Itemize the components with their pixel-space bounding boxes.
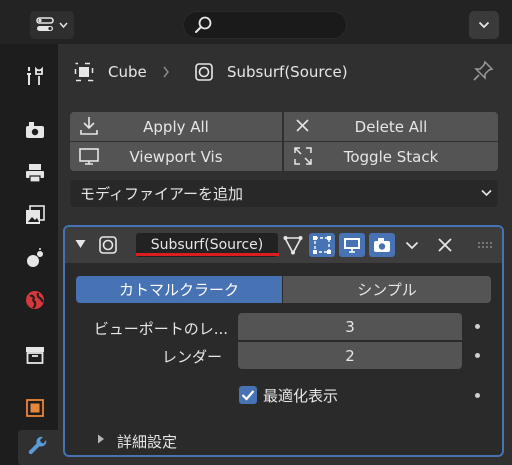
chevron-down-icon bbox=[478, 21, 490, 29]
tab-simple[interactable]: シンプル bbox=[283, 276, 491, 303]
drag-handle-icon[interactable] bbox=[477, 241, 493, 249]
expand-arrows-icon bbox=[294, 147, 312, 165]
render-toggle[interactable] bbox=[369, 233, 395, 257]
keyframe-dot[interactable] bbox=[475, 353, 480, 358]
levels-viewport-label: ビューポートのレ... bbox=[93, 320, 228, 338]
optimal-display-label: 最適化表示 bbox=[263, 387, 339, 405]
tab-object[interactable] bbox=[18, 390, 52, 426]
chevron-right-icon bbox=[163, 66, 169, 78]
properties-editor-icon bbox=[36, 17, 54, 31]
chevron-down-icon bbox=[59, 22, 68, 28]
edit-mode-toggle[interactable] bbox=[309, 233, 335, 257]
close-icon bbox=[296, 119, 309, 132]
chevron-down-icon bbox=[405, 241, 419, 249]
output-icon bbox=[26, 164, 44, 183]
tab-tool[interactable] bbox=[18, 58, 52, 94]
wrench-icon bbox=[28, 436, 47, 454]
editor-type-menu[interactable] bbox=[30, 11, 74, 39]
monitor-icon bbox=[79, 148, 99, 165]
delete-all-button[interactable]: Delete All bbox=[284, 112, 498, 141]
on-cage-toggle[interactable] bbox=[280, 233, 306, 257]
collapse-triangle-icon[interactable] bbox=[75, 239, 86, 249]
viewport-vis-button[interactable]: Viewport Vis bbox=[70, 142, 282, 171]
edit-mode-icon bbox=[313, 236, 331, 254]
breadcrumb-modifier: Subsurf(Source) bbox=[227, 63, 348, 81]
tab-modifiers[interactable] bbox=[18, 430, 58, 465]
highlight-underline bbox=[136, 253, 279, 256]
collection-icon bbox=[26, 347, 44, 364]
apply-all-label: Apply All bbox=[143, 117, 209, 136]
tab-output[interactable] bbox=[18, 155, 52, 191]
tab-view-layer[interactable] bbox=[18, 197, 52, 233]
tab-world[interactable] bbox=[18, 282, 52, 318]
apply-all-button[interactable]: Apply All bbox=[70, 112, 282, 141]
render-levels-field[interactable]: 2 bbox=[238, 342, 462, 369]
breadcrumb-object: Cube bbox=[108, 63, 147, 81]
tool-icon bbox=[27, 66, 43, 85]
object-icon bbox=[26, 399, 44, 417]
optimal-display-checkbox[interactable] bbox=[239, 386, 257, 404]
render-icon bbox=[26, 122, 44, 138]
toggle-stack-button[interactable]: Toggle Stack bbox=[284, 142, 498, 171]
tab-scene[interactable] bbox=[18, 240, 52, 276]
keyframe-dot[interactable] bbox=[475, 393, 480, 398]
checkmark-icon bbox=[241, 390, 255, 401]
add-modifier-label: モディファイアーを追加 bbox=[80, 185, 244, 203]
subdivision-modifier-icon bbox=[195, 63, 213, 81]
levels-viewport-field[interactable]: 3 bbox=[238, 313, 462, 340]
options-dropdown-button[interactable] bbox=[469, 11, 499, 39]
viewport-vis-label: Viewport Vis bbox=[129, 147, 223, 166]
monitor-icon bbox=[344, 238, 360, 253]
expand-triangle-icon[interactable] bbox=[97, 434, 105, 444]
scene-icon bbox=[27, 248, 43, 267]
tab-render[interactable] bbox=[18, 112, 52, 148]
chevron-down-icon bbox=[481, 189, 492, 197]
toggle-stack-label: Toggle Stack bbox=[343, 147, 439, 166]
world-icon bbox=[26, 291, 44, 309]
advanced-subpanel-label[interactable]: 詳細設定 bbox=[117, 431, 177, 452]
render-levels-label: レンダー bbox=[161, 348, 222, 366]
object-icon bbox=[74, 62, 94, 82]
close-icon[interactable] bbox=[437, 237, 453, 253]
camera-icon bbox=[374, 238, 390, 252]
on-cage-icon bbox=[283, 236, 303, 255]
modifier-menu-button[interactable] bbox=[399, 233, 425, 257]
download-icon bbox=[80, 117, 98, 135]
pin-icon[interactable] bbox=[472, 60, 494, 82]
tab-catmull-clark[interactable]: カトマルクラーク bbox=[76, 276, 282, 303]
search-icon bbox=[195, 16, 212, 33]
delete-all-label: Delete All bbox=[354, 117, 428, 136]
add-modifier-dropdown[interactable]: モディファイアーを追加 bbox=[70, 180, 498, 207]
subdivision-modifier-icon bbox=[99, 236, 117, 254]
tab-collection[interactable] bbox=[18, 337, 52, 373]
keyframe-dot[interactable] bbox=[475, 324, 480, 329]
view-layer-icon bbox=[26, 205, 45, 224]
viewport-display-toggle[interactable] bbox=[339, 233, 365, 257]
